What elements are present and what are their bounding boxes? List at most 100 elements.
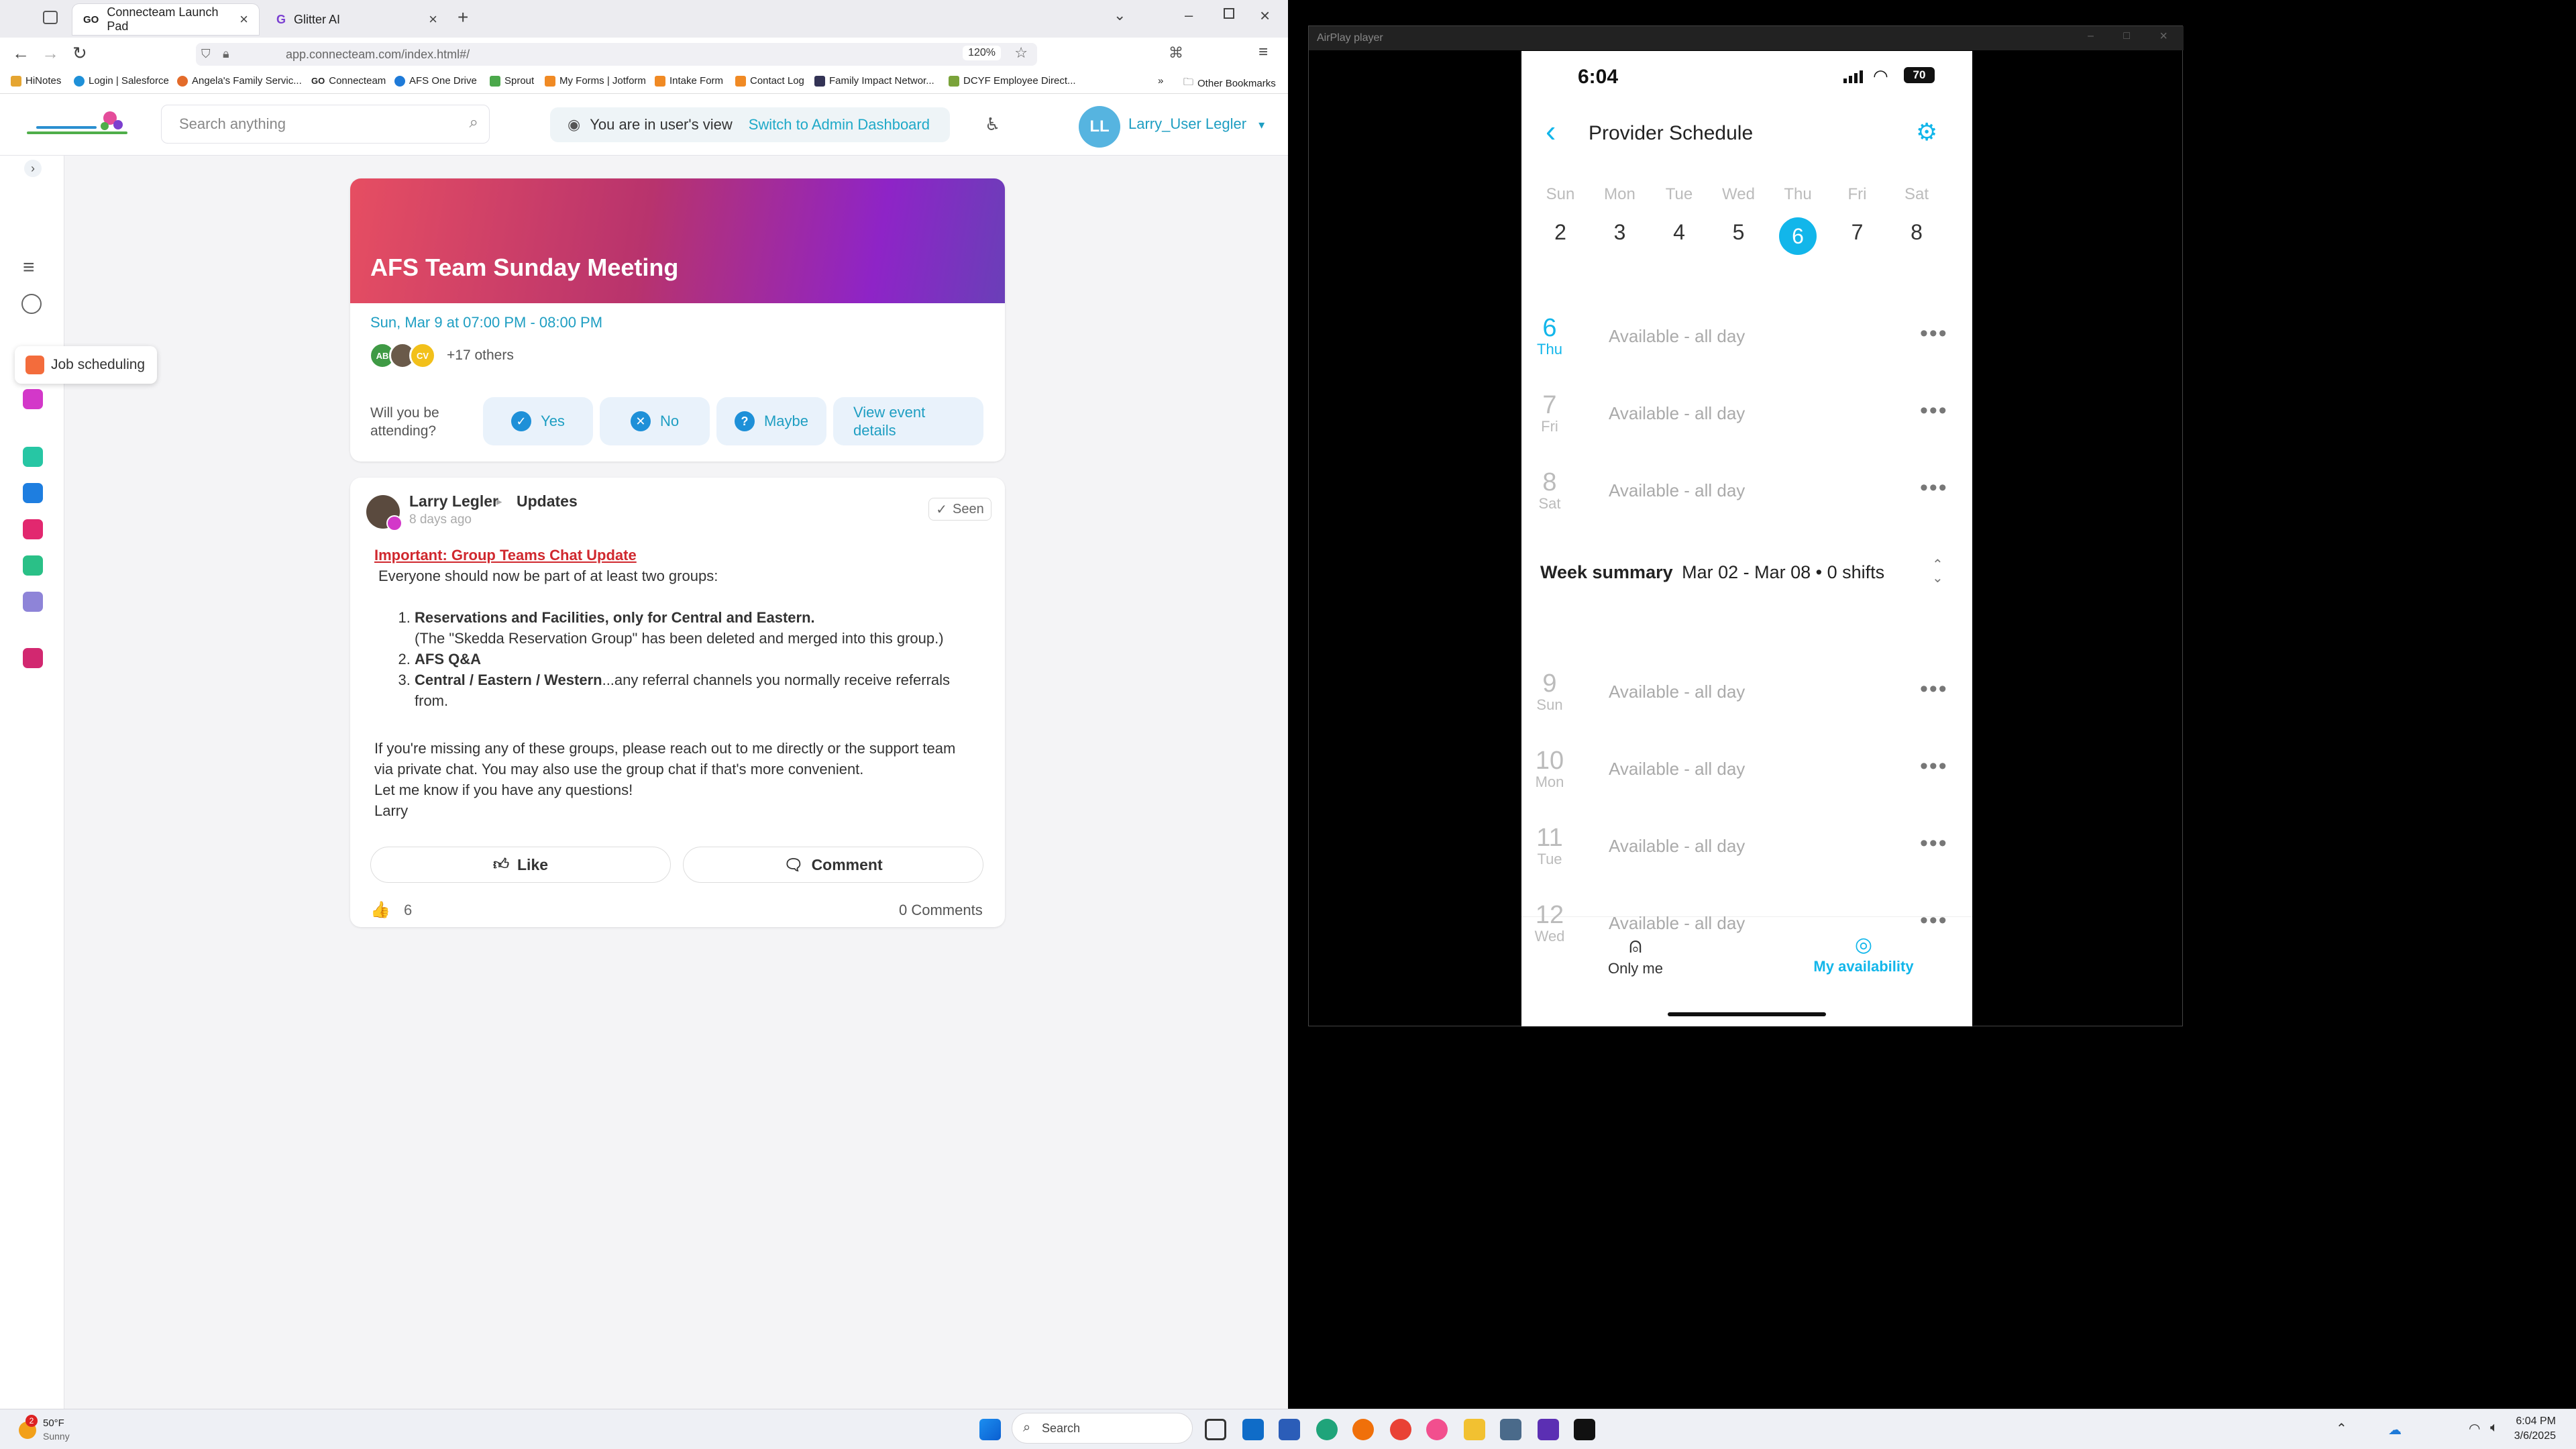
tab-connecteam[interactable]: GO Connecteam Launch Pad ×: [72, 4, 259, 35]
post-headline[interactable]: Important: Group Teams Chat Update: [374, 545, 978, 566]
expand-collapse-icon[interactable]: ⌃ ⌄: [1932, 558, 1943, 585]
bookmark-salesforce[interactable]: Login | Salesforce: [74, 75, 169, 87]
chat-icon[interactable]: [23, 447, 43, 467]
calculator-icon[interactable]: [1500, 1419, 1521, 1440]
system-clock[interactable]: 6:04 PM 3/6/2025: [2496, 1414, 2556, 1444]
yes-button[interactable]: ✓ Yes: [483, 397, 593, 445]
more-options-icon[interactable]: •••: [1920, 830, 1948, 857]
bookmark-sprout[interactable]: Sprout: [490, 75, 534, 87]
week-day-number[interactable]: 2: [1540, 220, 1580, 245]
week-day-number[interactable]: 4: [1659, 220, 1699, 245]
comment-count[interactable]: 0 Comments: [899, 902, 983, 919]
availability-row[interactable]: 12 Wed Available - all day •••: [1521, 893, 1972, 970]
more-options-icon[interactable]: •••: [1920, 475, 1948, 501]
task-view-icon[interactable]: [1205, 1419, 1226, 1440]
outlook-icon[interactable]: [1242, 1419, 1264, 1440]
more-options-icon[interactable]: •••: [1920, 321, 1948, 347]
feed-icon[interactable]: ≡: [23, 256, 35, 279]
firefox-icon[interactable]: [1352, 1419, 1374, 1440]
chrome-icon[interactable]: [1390, 1419, 1411, 1440]
attendee-count[interactable]: +17 others: [447, 347, 514, 364]
extensions-icon[interactable]: ⌘: [1169, 44, 1183, 62]
taskbar-search[interactable]: ⌕ Search: [1012, 1413, 1193, 1444]
form-icon[interactable]: [23, 519, 43, 539]
new-tab-icon[interactable]: +: [458, 7, 468, 28]
seen-badge[interactable]: ✓ Seen: [928, 498, 991, 521]
chevron-down-icon[interactable]: ⌄: [1114, 7, 1126, 24]
close-icon[interactable]: ×: [239, 11, 248, 28]
calendar-icon[interactable]: [23, 389, 43, 409]
bookmark-intake[interactable]: Intake Form: [655, 75, 723, 87]
availability-row[interactable]: 8 Sat Available - all day •••: [1521, 460, 1972, 537]
bookmark-angelas[interactable]: Angela's Family Servic...: [177, 75, 302, 87]
tray-chevron-icon[interactable]: ⌃: [2336, 1420, 2347, 1437]
week-day-number[interactable]: 5: [1719, 220, 1759, 245]
like-button[interactable]: 👍︎ Like: [370, 847, 671, 883]
job-scheduling-tooltip[interactable]: Job scheduling: [15, 346, 157, 384]
week-day-number[interactable]: 6: [1779, 217, 1817, 255]
week-day-number[interactable]: 7: [1837, 220, 1878, 245]
mail-icon[interactable]: [23, 483, 43, 503]
accessibility-icon[interactable]: ♿︎: [985, 114, 1000, 135]
checklist-icon[interactable]: [23, 555, 43, 576]
url-field[interactable]: ⛉ 🔒︎ app.connecteam.com/index.html#/ 120…: [196, 43, 1037, 66]
post-author[interactable]: Larry Legler: [409, 492, 498, 511]
like-count[interactable]: 👍 6: [370, 900, 412, 920]
avatar[interactable]: LL: [1079, 106, 1120, 148]
back-icon[interactable]: ←: [12, 43, 30, 64]
bookmark-hinotes[interactable]: HiNotes: [11, 75, 61, 87]
menu-icon[interactable]: ≡: [1258, 43, 1268, 62]
availability-row[interactable]: 7 Fri Available - all day •••: [1521, 383, 1972, 460]
weather-widget[interactable]: 2 50°F Sunny: [16, 1415, 97, 1444]
wifi-icon[interactable]: ◠: [2469, 1420, 2480, 1437]
more-options-icon[interactable]: •••: [1920, 908, 1948, 934]
itunes-icon[interactable]: [1426, 1419, 1448, 1440]
bookmark-contact-log[interactable]: Contact Log: [735, 75, 804, 87]
windows-start-icon[interactable]: [979, 1419, 1001, 1440]
minimize-icon[interactable]: –: [2088, 30, 2094, 42]
more-options-icon[interactable]: •••: [1920, 676, 1948, 702]
bookmark-dcyf[interactable]: DCYF Employee Direct...: [949, 75, 1076, 87]
user-circle-icon[interactable]: [21, 294, 42, 314]
week-day-number[interactable]: 8: [1896, 220, 1937, 245]
expand-icon[interactable]: ›: [24, 160, 42, 177]
directory-icon[interactable]: [23, 592, 43, 612]
minimize-icon[interactable]: –: [1185, 7, 1193, 24]
bookmark-other[interactable]: 🗀 Other Bookmarks: [1183, 75, 1276, 92]
week-summary[interactable]: Week summary Mar 02 - Mar 08 • 0 shifts: [1540, 562, 1884, 583]
forward-icon[interactable]: →: [42, 43, 59, 64]
more-options-icon[interactable]: •••: [1920, 398, 1948, 424]
availability-row[interactable]: 9 Sun Available - all day •••: [1521, 661, 1972, 739]
angelas-logo[interactable]: [23, 107, 130, 142]
close-icon[interactable]: ×: [429, 11, 437, 28]
switch-admin-link[interactable]: Switch to Admin Dashboard: [749, 116, 930, 133]
tab-list-icon[interactable]: [43, 11, 58, 24]
bookmark-family-impact[interactable]: Family Impact Networ...: [814, 75, 934, 87]
post-group[interactable]: Updates: [517, 492, 578, 511]
more-options-icon[interactable]: •••: [1920, 753, 1948, 780]
onedrive-icon[interactable]: ☁: [2388, 1421, 2402, 1438]
tab-glitter[interactable]: G Glitter AI ×: [266, 4, 448, 35]
maximize-icon[interactable]: [1224, 8, 1234, 19]
view-event-details-button[interactable]: View event details: [833, 397, 983, 445]
bookmark-onedrive[interactable]: AFS One Drive: [394, 75, 477, 87]
maximize-icon[interactable]: □: [2123, 30, 2130, 42]
availability-row[interactable]: 11 Tue Available - all day •••: [1521, 816, 1972, 893]
more-bookmarks-icon[interactable]: »: [1158, 75, 1163, 87]
comment-button[interactable]: 🗨︎ Comment: [683, 847, 983, 883]
file-explorer-icon[interactable]: [1464, 1419, 1485, 1440]
edge-icon[interactable]: [1316, 1419, 1338, 1440]
no-button[interactable]: ✕ No: [600, 397, 710, 445]
back-chevron-icon[interactable]: ‹: [1546, 115, 1556, 146]
star-icon[interactable]: ☆: [1014, 44, 1028, 62]
gear-icon[interactable]: ⚙: [1916, 118, 1937, 146]
close-window-icon[interactable]: ×: [1260, 5, 1270, 26]
bookmark-connecteam[interactable]: GO Connecteam: [311, 75, 386, 87]
week-day-number[interactable]: 3: [1600, 220, 1640, 245]
reload-icon[interactable]: ↻: [72, 43, 87, 64]
username-menu[interactable]: Larry_User Legler ▾: [1128, 115, 1265, 133]
glitter-icon[interactable]: [1538, 1419, 1559, 1440]
terminal-icon[interactable]: [1574, 1419, 1595, 1440]
search-input[interactable]: Search anything ⌕: [161, 105, 490, 144]
maybe-button[interactable]: ? Maybe: [716, 397, 826, 445]
